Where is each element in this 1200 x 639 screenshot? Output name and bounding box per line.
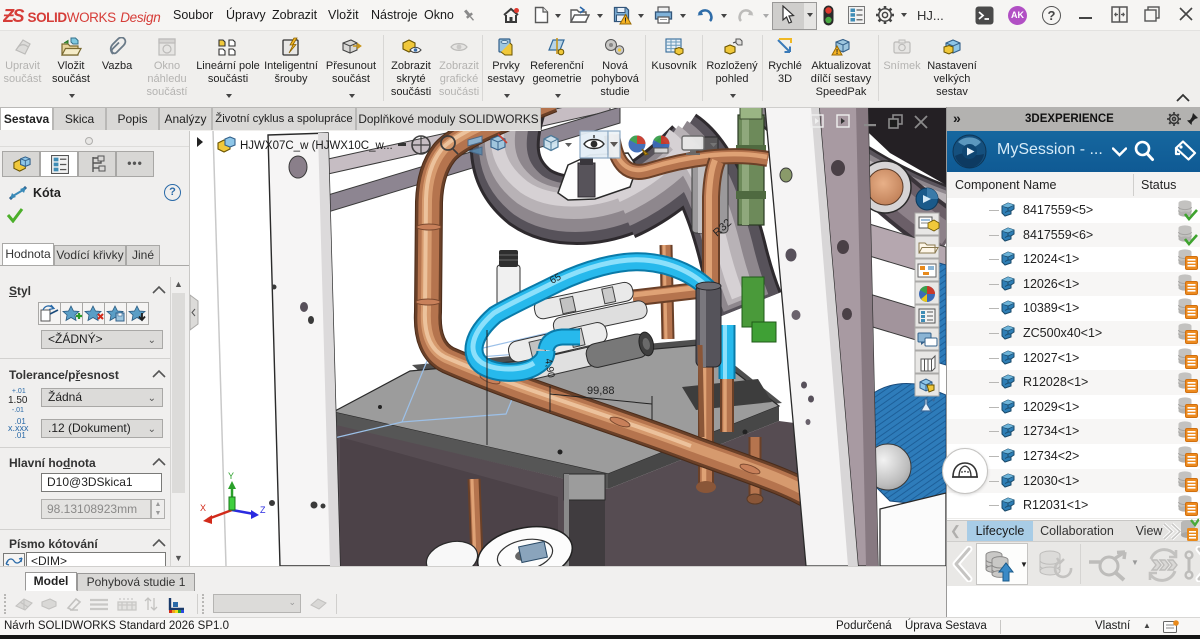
svg-text:HJWX07C_w (HJWX10C_w...: HJWX07C_w (HJWX10C_w... [240, 140, 393, 152]
svg-text:Z: Z [260, 505, 266, 515]
svg-text:Y: Y [228, 471, 234, 481]
svg-text:99,88: 99,88 [587, 385, 615, 397]
svg-text:!: ! [836, 49, 838, 56]
svg-text:X: X [200, 503, 206, 513]
svg-text:!: ! [624, 16, 627, 25]
